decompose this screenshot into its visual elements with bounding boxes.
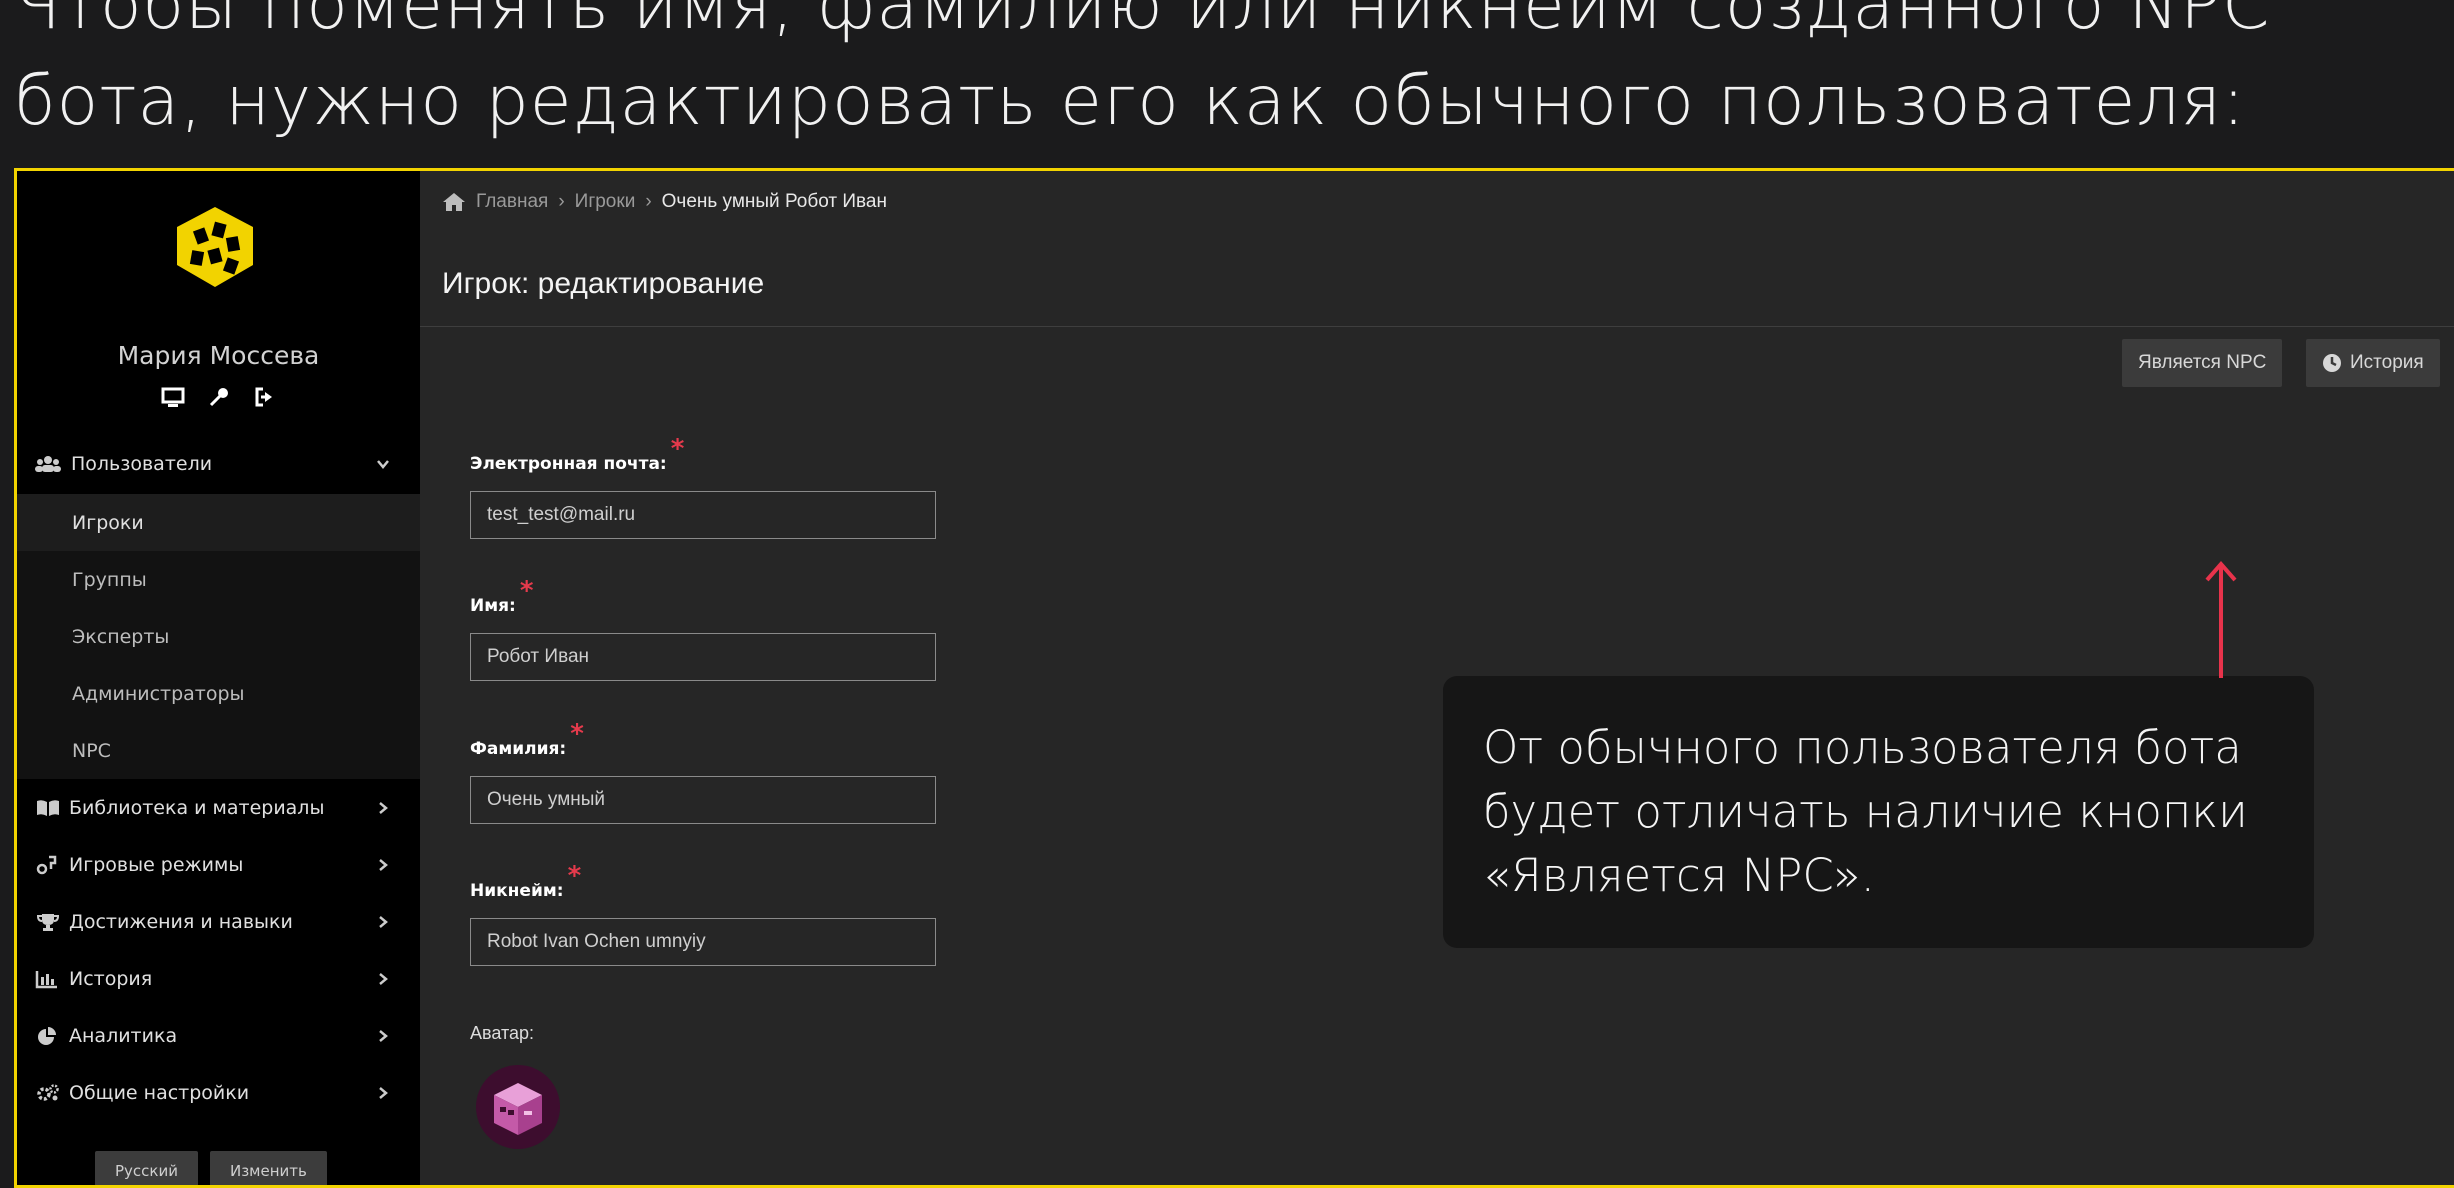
last-name-field[interactable]: Очень умный bbox=[470, 776, 936, 824]
key-icon[interactable] bbox=[207, 385, 231, 409]
first-name-field[interactable]: Робот Иван bbox=[470, 633, 936, 681]
sidebar-item-history[interactable]: История bbox=[17, 950, 420, 1007]
language-select[interactable]: Русский bbox=[95, 1151, 198, 1185]
sidebar-item-library[interactable]: Библиотека и материалы bbox=[17, 779, 420, 836]
page-title: Игрок: редактирование bbox=[442, 267, 765, 300]
history-button-label: История bbox=[2350, 352, 2424, 373]
sidebar-nav: Библиотека и материалы Игровые режимы До… bbox=[17, 779, 420, 1121]
book-icon bbox=[37, 799, 59, 816]
sidebar-subitem-label: Группы bbox=[72, 568, 147, 591]
clock-icon bbox=[2323, 354, 2341, 372]
is-npc-button[interactable]: Является NPC bbox=[2122, 339, 2283, 387]
home-icon bbox=[443, 193, 465, 211]
change-language-button[interactable]: Изменить bbox=[209, 1151, 327, 1185]
sidebar-item-label: Игровые режимы bbox=[69, 853, 244, 876]
sidebar-item-label: Библиотека и материалы bbox=[69, 796, 325, 819]
language-select-value: Русский bbox=[115, 1162, 178, 1180]
sidebar-item-game-modes[interactable]: Игровые режимы bbox=[17, 836, 420, 893]
email-label-text: Электронная почта: bbox=[470, 454, 667, 474]
nickname-label-text: Никнейм: bbox=[470, 881, 564, 901]
breadcrumb-current: Очень умный Робот Иван bbox=[661, 191, 887, 212]
sidebar-item-label: Общие настройки bbox=[69, 1081, 250, 1104]
user-name: Мария Моссева bbox=[117, 341, 320, 370]
sidebar-item-settings[interactable]: Общие настройки bbox=[17, 1064, 420, 1121]
last-name-label-text: Фамилия: bbox=[470, 739, 567, 759]
sidebar-item-label: Достижения и навыки bbox=[69, 910, 293, 933]
avatar[interactable] bbox=[476, 1065, 560, 1149]
sidebar-subitem-npc[interactable]: NPC bbox=[17, 722, 420, 779]
sidebar-subitem-label: NPC bbox=[72, 739, 111, 762]
chevron-right-icon bbox=[379, 1086, 388, 1099]
gamepad-icon bbox=[36, 855, 57, 874]
logo-icon bbox=[177, 207, 253, 287]
chart-icon bbox=[35, 970, 57, 988]
sidebar-item-label: История bbox=[69, 967, 153, 990]
sidebar-subitem-label: Администраторы bbox=[72, 682, 245, 705]
breadcrumb-players[interactable]: Игроки bbox=[575, 191, 636, 213]
chevron-right-icon bbox=[379, 915, 388, 928]
sidebar-subitem-admins[interactable]: Администраторы bbox=[17, 665, 420, 722]
sidebar-subitem-label: Игроки bbox=[72, 511, 144, 534]
required-mark: * bbox=[570, 719, 584, 749]
gears-icon bbox=[37, 1083, 59, 1101]
chevron-right-icon bbox=[379, 1029, 388, 1042]
email-label: Электронная почта: * bbox=[470, 434, 684, 476]
slide-title: Чтобы поменять имя, фамилию или никнейм … bbox=[14, 0, 2271, 141]
sidebar-item-label: Пользователи bbox=[71, 453, 213, 475]
sidebar-subitem-label: Эксперты bbox=[72, 625, 170, 648]
sidebar-subitem-groups[interactable]: Группы bbox=[17, 551, 420, 608]
first-name-label: Имя: * bbox=[470, 576, 533, 618]
callout-text: От обычного пользователя бота будет отли… bbox=[1483, 721, 2248, 902]
required-mark: * bbox=[519, 576, 534, 606]
avatar-label: Аватар: bbox=[470, 1023, 535, 1043]
chevron-right-icon bbox=[379, 972, 388, 985]
first-name-label-text: Имя: bbox=[470, 596, 516, 616]
callout-box: От обычного пользователя бота будет отли… bbox=[1443, 676, 2314, 948]
users-submenu: Игроки Группы Эксперты Администраторы NP… bbox=[17, 494, 420, 779]
monitor-icon[interactable] bbox=[161, 385, 185, 409]
required-mark: * bbox=[567, 861, 582, 891]
required-mark: * bbox=[670, 434, 685, 464]
arrow-up-icon bbox=[2205, 560, 2237, 678]
robot-box-icon bbox=[494, 1083, 542, 1135]
email-field[interactable]: test_test@mail.ru bbox=[470, 491, 936, 539]
chevron-down-icon bbox=[377, 460, 389, 469]
sidebar-item-label: Аналитика bbox=[69, 1024, 178, 1047]
last-name-label: Фамилия: * bbox=[470, 719, 584, 761]
user-actions bbox=[17, 385, 420, 409]
logout-icon[interactable] bbox=[253, 385, 277, 409]
trophy-icon bbox=[36, 913, 60, 931]
language-controls: Русский Изменить bbox=[95, 1151, 327, 1185]
users-icon bbox=[35, 456, 61, 472]
sidebar: Мария Моссева Пользователи Игроки Группы… bbox=[17, 171, 420, 1185]
pie-icon bbox=[38, 1026, 56, 1045]
nickname-label: Никнейм: * bbox=[470, 861, 581, 903]
sidebar-item-analytics[interactable]: Аналитика bbox=[17, 1007, 420, 1064]
chevron-right-icon bbox=[379, 858, 388, 871]
history-button[interactable]: История bbox=[2306, 339, 2440, 387]
breadcrumb: Главная › Игроки › Очень умный Робот Ива… bbox=[442, 191, 887, 213]
header-divider bbox=[420, 326, 2454, 327]
sidebar-item-achievements[interactable]: Достижения и навыки bbox=[17, 893, 420, 950]
breadcrumb-separator: › bbox=[558, 191, 565, 212]
nickname-field[interactable]: Robot Ivan Ochen umnyiy bbox=[470, 918, 936, 966]
sidebar-subitem-players[interactable]: Игроки bbox=[17, 494, 420, 551]
chevron-right-icon bbox=[379, 801, 388, 814]
breadcrumb-separator: › bbox=[645, 191, 652, 212]
sidebar-item-users[interactable]: Пользователи bbox=[17, 436, 420, 492]
sidebar-subitem-experts[interactable]: Эксперты bbox=[17, 608, 420, 665]
breadcrumb-home[interactable]: Главная bbox=[476, 191, 548, 213]
screenshot-frame: Мария Моссева Пользователи Игроки Группы… bbox=[14, 168, 2454, 1188]
